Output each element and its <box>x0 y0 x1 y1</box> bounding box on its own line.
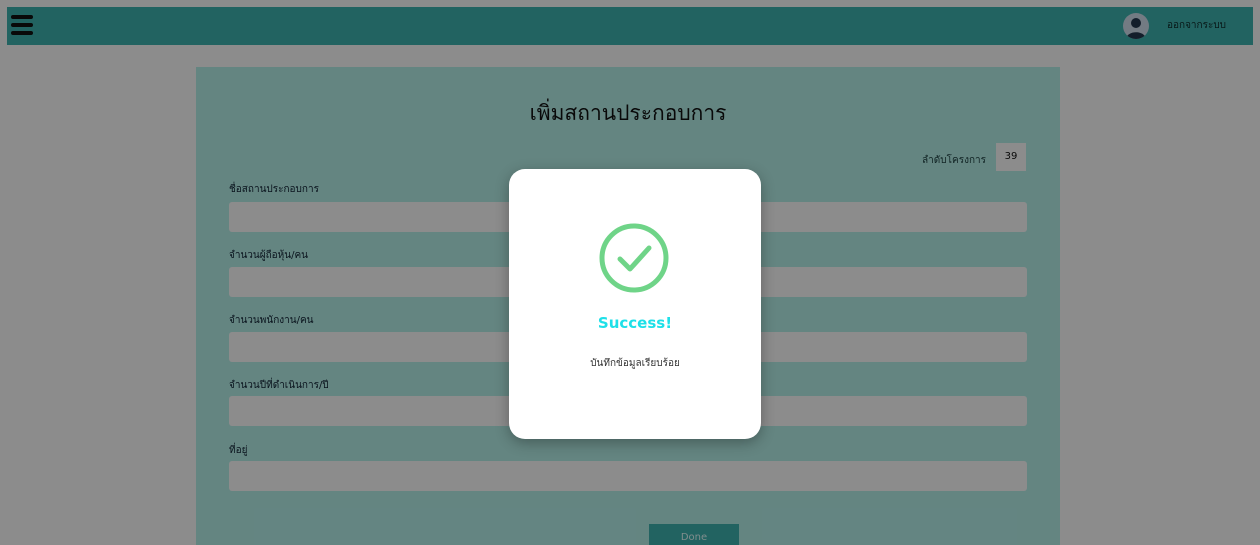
success-title: Success! <box>597 314 673 332</box>
success-dialog: Success! บันทึกข้อมูลเรียบร้อย <box>509 169 761 439</box>
modal-backdrop[interactable]: Success! บันทึกข้อมูลเรียบร้อย <box>0 0 1260 545</box>
success-check-icon <box>599 223 669 293</box>
success-message: บันทึกข้อมูลเรียบร้อย <box>590 358 680 369</box>
